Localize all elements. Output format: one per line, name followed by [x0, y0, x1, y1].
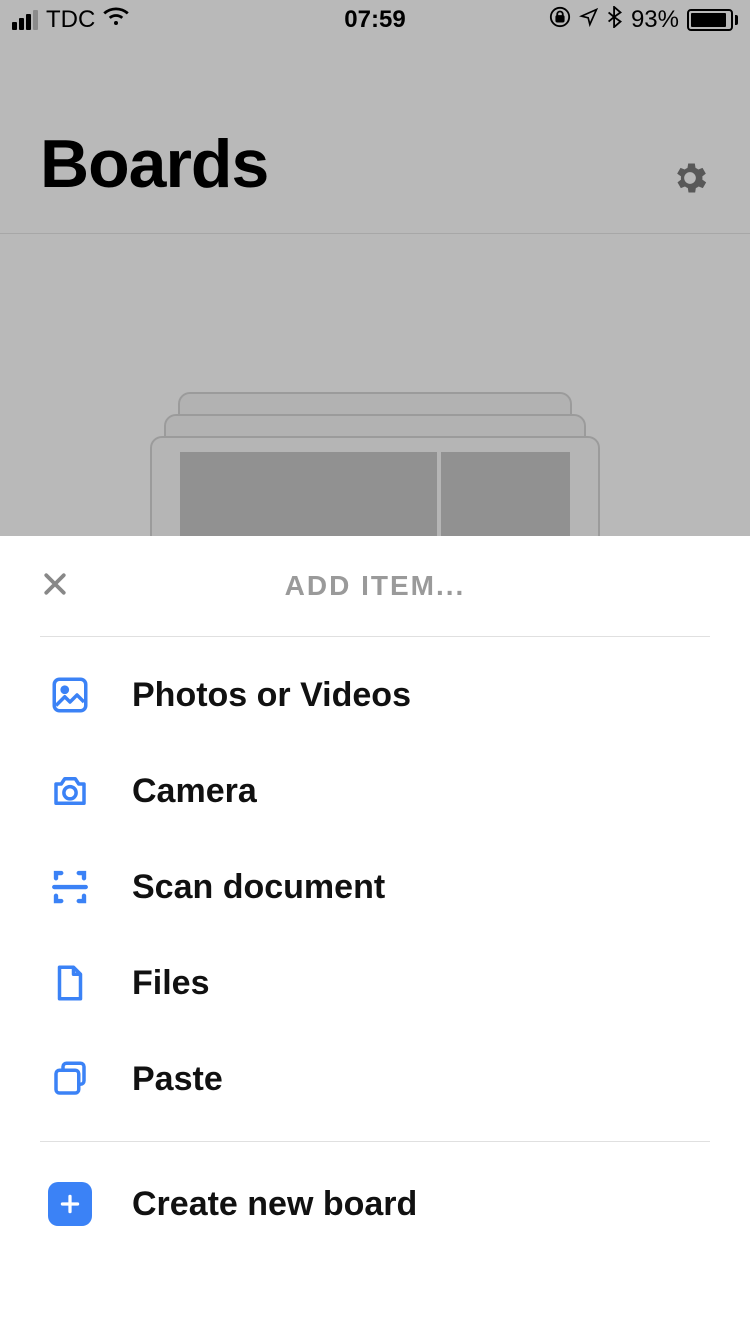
scan-icon	[48, 865, 92, 909]
option-scan-document[interactable]: Scan document	[0, 839, 750, 935]
option-create-new-board[interactable]: Create new board	[0, 1156, 750, 1252]
sheet-header: ADD ITEM...	[40, 536, 710, 637]
plus-badge-icon	[48, 1182, 92, 1226]
option-label: Paste	[132, 1060, 223, 1099]
option-files[interactable]: Files	[0, 935, 750, 1031]
file-icon	[48, 961, 92, 1005]
option-label: Photos or Videos	[132, 676, 411, 715]
option-label: Files	[132, 964, 209, 1003]
option-photos-videos[interactable]: Photos or Videos	[0, 647, 750, 743]
option-label: Create new board	[132, 1185, 417, 1224]
option-label: Scan document	[132, 868, 385, 907]
close-button[interactable]	[40, 569, 70, 604]
camera-icon	[48, 769, 92, 813]
option-paste[interactable]: Paste	[0, 1031, 750, 1127]
option-camera[interactable]: Camera	[0, 743, 750, 839]
close-icon	[40, 569, 70, 599]
add-item-sheet: ADD ITEM... Photos or Videos Camera Scan…	[0, 536, 750, 1334]
divider	[40, 1141, 710, 1142]
option-label: Camera	[132, 772, 257, 811]
sheet-title: ADD ITEM...	[40, 570, 710, 602]
photo-icon	[48, 673, 92, 717]
paste-icon	[48, 1057, 92, 1101]
sheet-options: Photos or Videos Camera Scan document Fi…	[0, 637, 750, 1262]
